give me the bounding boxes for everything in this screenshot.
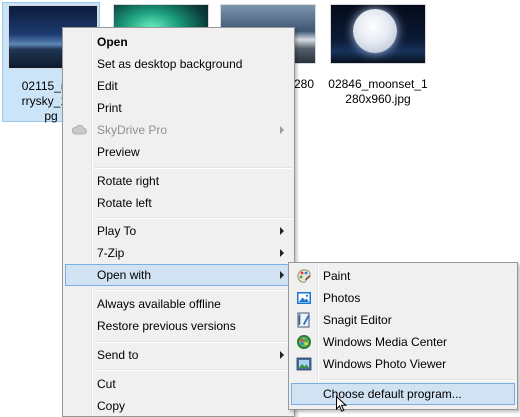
menu-item-open-with[interactable]: Open with xyxy=(65,264,292,286)
menu-item-print[interactable]: Print xyxy=(65,97,292,119)
menu-item-preview[interactable]: Preview xyxy=(65,141,292,163)
file-tile-moonset[interactable]: 02846_moonset_1 280x960.jpg xyxy=(328,4,428,114)
menu-item-send-to[interactable]: Send to xyxy=(65,344,292,366)
chevron-right-icon xyxy=(280,249,284,257)
menu-item-open[interactable]: Open xyxy=(65,31,292,53)
chevron-right-icon xyxy=(280,126,284,134)
paint-icon xyxy=(297,269,311,283)
file-name: 280 xyxy=(294,77,315,91)
menu-separator xyxy=(94,217,292,219)
submenu-item-windows-media-center[interactable]: Windows Media Center xyxy=(291,331,515,353)
menu-separator xyxy=(94,167,292,169)
cloud-icon xyxy=(71,124,87,135)
open-with-submenu: Paint Photos Snagit Editor Windows Media… xyxy=(288,262,518,410)
menu-item-set-desktop-background[interactable]: Set as desktop background xyxy=(65,53,292,75)
menu-item-rotate-left[interactable]: Rotate left xyxy=(65,192,292,214)
chevron-right-icon xyxy=(280,271,284,279)
moon-image xyxy=(353,9,397,53)
menu-item-7zip[interactable]: 7-Zip xyxy=(65,242,292,264)
menu-item-play-to[interactable]: Play To xyxy=(65,220,292,242)
menu-item-restore-previous-versions[interactable]: Restore previous versions xyxy=(65,315,292,337)
menu-separator xyxy=(94,369,292,371)
photos-icon xyxy=(297,292,311,304)
menu-item-skydrive-pro[interactable]: SkyDrive Pro xyxy=(65,119,292,141)
media-center-icon xyxy=(297,335,311,349)
menu-item-rotate-right[interactable]: Rotate right xyxy=(65,170,292,192)
submenu-item-choose-default-program[interactable]: Choose default program... xyxy=(291,383,515,405)
submenu-item-snagit-editor[interactable]: Snagit Editor xyxy=(291,309,515,331)
menu-item-always-available-offline[interactable]: Always available offline xyxy=(65,293,292,315)
context-menu: Open Set as desktop background Edit Prin… xyxy=(62,27,295,417)
chevron-right-icon xyxy=(280,227,284,235)
menu-separator xyxy=(94,341,292,343)
mouse-cursor-icon xyxy=(336,396,347,412)
chevron-right-icon xyxy=(280,351,284,359)
menu-separator xyxy=(94,289,292,291)
submenu-item-photos[interactable]: Photos xyxy=(291,287,515,309)
menu-item-copy[interactable]: Copy xyxy=(65,395,292,417)
menu-item-edit[interactable]: Edit xyxy=(65,75,292,97)
menu-item-cut[interactable]: Cut xyxy=(65,373,292,395)
photo-viewer-icon xyxy=(296,357,312,371)
submenu-item-windows-photo-viewer[interactable]: Windows Photo Viewer xyxy=(291,353,515,375)
thumbnail-image xyxy=(330,4,426,64)
menu-separator xyxy=(320,379,515,381)
file-name: 02846_moonset_1 280x960.jpg xyxy=(328,77,428,106)
snagit-icon xyxy=(297,312,310,328)
submenu-item-paint[interactable]: Paint xyxy=(291,265,515,287)
